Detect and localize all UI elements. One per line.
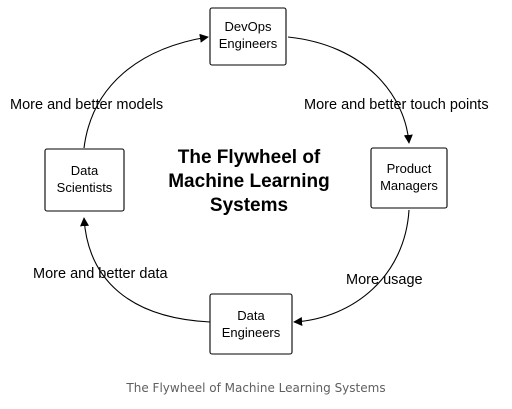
edge-label-more-usage: More usage (346, 272, 423, 288)
node-product-managers: Product Managers (370, 147, 448, 209)
node-data-scientists-line-1: Data (71, 163, 99, 178)
node-devops-line-1: DevOps (225, 19, 272, 34)
arrow-devops-to-product (287, 36, 413, 144)
node-devops-line-2: Engineers (219, 36, 278, 51)
flywheel-diagram: DevOps Engineers Product Managers Data E… (10, 7, 489, 355)
figure-caption: The Flywheel of Machine Learning Systems (126, 381, 386, 395)
center-title-line-1: The Flywheel of (178, 147, 321, 168)
node-data-scientists: Data Scientists (44, 148, 125, 212)
node-data-engineers-line-1: Data (237, 308, 265, 323)
edge-label-better-data: More and better data (33, 266, 169, 282)
edge-label-better-models: More and better models (10, 97, 163, 113)
node-data-scientists-line-2: Scientists (57, 180, 113, 195)
node-devops-engineers: DevOps Engineers (209, 7, 287, 66)
node-data-engineers: Data Engineers (209, 293, 293, 355)
node-product-line-1: Product (387, 161, 432, 176)
node-data-engineers-line-2: Engineers (222, 325, 281, 340)
center-title-line-3: Systems (210, 195, 288, 216)
center-title-line-2: Machine Learning (168, 171, 330, 192)
arrow-product-to-data-engineers (293, 209, 410, 326)
arrow-data-scientists-to-devops (83, 33, 209, 149)
node-product-line-2: Managers (380, 178, 438, 193)
edge-label-touch-points: More and better touch points (304, 97, 489, 113)
